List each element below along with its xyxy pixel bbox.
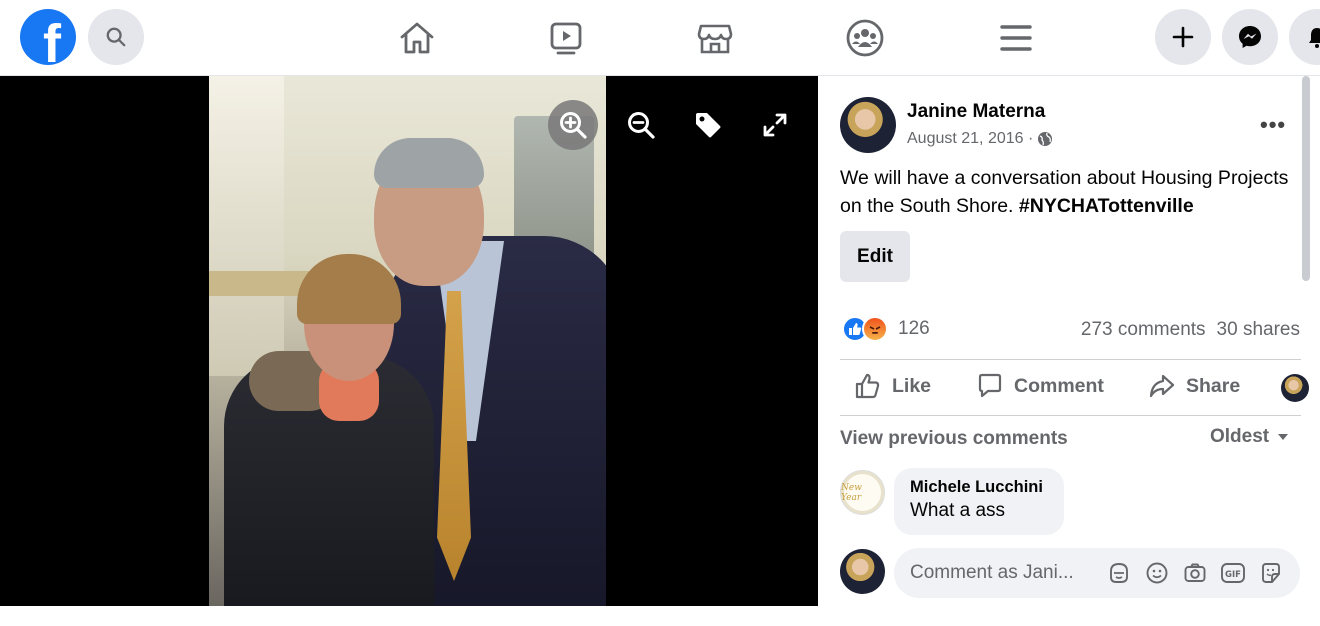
nav-home[interactable] xyxy=(393,14,441,62)
sticker-icon xyxy=(1262,563,1280,583)
commenter-avatar[interactable]: New Year xyxy=(840,470,885,515)
edit-button[interactable]: Edit xyxy=(840,231,910,282)
divider-bottom xyxy=(840,415,1301,416)
camera-icon xyxy=(1184,563,1206,582)
search-icon xyxy=(106,27,126,47)
emoji-button[interactable] xyxy=(1144,560,1170,586)
share-button[interactable]: Share xyxy=(1148,372,1240,400)
menu-icon xyxy=(1000,25,1032,51)
zoom-out-button[interactable] xyxy=(616,100,666,150)
share-label: Share xyxy=(1186,374,1241,397)
post-meta: August 21, 2016 · xyxy=(907,130,1053,148)
comment-icon xyxy=(978,373,1002,398)
commenter-avatar-text: New Year xyxy=(841,482,862,503)
fullscreen-button[interactable] xyxy=(750,100,800,150)
notifications-icon xyxy=(1309,28,1320,48)
like-button[interactable]: Like xyxy=(854,372,931,400)
comments-count[interactable]: 273 comments xyxy=(1081,319,1206,341)
comment-sort-label: Oldest xyxy=(1210,426,1270,447)
more-options-button[interactable]: ••• xyxy=(1260,112,1286,138)
commenter-name[interactable]: Michele Lucchini xyxy=(910,478,1048,497)
like-label: Like xyxy=(892,374,932,397)
gif-button[interactable]: GIF xyxy=(1220,560,1246,586)
comment-label: Comment xyxy=(1014,374,1104,397)
viewer-bottom-gap xyxy=(0,606,818,626)
reaction-count: 126 xyxy=(898,318,930,339)
thumbs-up-icon xyxy=(855,373,880,399)
photo-viewer xyxy=(0,76,818,606)
nav-groups[interactable] xyxy=(841,14,889,62)
nav-watch[interactable] xyxy=(542,14,590,62)
facebook-logo[interactable]: f xyxy=(20,9,76,65)
watch-icon xyxy=(550,22,582,55)
nav-menu[interactable] xyxy=(992,14,1040,62)
zoom-in-button[interactable] xyxy=(548,100,598,150)
angry-reaction-icon xyxy=(862,316,888,342)
photo-background xyxy=(209,76,284,376)
notifications-button[interactable] xyxy=(1289,9,1320,65)
fullscreen-icon xyxy=(763,113,787,137)
reaction-summary[interactable]: 126 xyxy=(842,316,930,342)
share-as-avatar[interactable] xyxy=(1281,374,1309,402)
zoom-out-icon xyxy=(628,112,655,139)
home-icon xyxy=(400,22,434,54)
avatar-sticker-icon xyxy=(1110,563,1128,583)
nav-marketplace[interactable] xyxy=(691,14,739,62)
post-date[interactable]: August 21, 2016 · xyxy=(907,130,1033,148)
groups-icon xyxy=(846,19,884,57)
emoji-icon xyxy=(1146,562,1168,584)
current-user-avatar[interactable] xyxy=(840,549,885,594)
comment-sort-dropdown[interactable]: Oldest xyxy=(1210,426,1289,448)
create-button[interactable] xyxy=(1155,9,1211,65)
comment-bubble: Michele Lucchini What a ass xyxy=(894,468,1064,535)
post-hashtag[interactable]: #NYCHATottenville xyxy=(1019,195,1194,217)
comment-input[interactable] xyxy=(910,548,1090,598)
tag-photo-button[interactable] xyxy=(683,100,733,150)
comment-text: What a ass xyxy=(910,500,1006,521)
author-name[interactable]: Janine Materna xyxy=(907,101,1045,123)
photo-button[interactable] xyxy=(1182,560,1208,586)
messenger-button[interactable] xyxy=(1222,9,1278,65)
panel-scrollbar[interactable] xyxy=(1302,76,1310,281)
search-button[interactable] xyxy=(88,9,144,65)
marketplace-icon xyxy=(697,24,733,54)
comment-composer: GIF xyxy=(894,548,1300,598)
engagement-counts: 273 comments 30 shares xyxy=(1081,319,1300,341)
post-details-panel: Janine Materna August 21, 2016 · ••• We … xyxy=(818,76,1320,626)
view-previous-comments[interactable]: View previous comments xyxy=(840,428,1068,450)
avatar-sticker-button[interactable] xyxy=(1106,560,1132,586)
share-icon xyxy=(1149,374,1175,398)
create-icon xyxy=(1172,26,1194,48)
svg-text:GIF: GIF xyxy=(1225,570,1241,580)
post-photo[interactable] xyxy=(209,76,606,606)
gif-icon: GIF xyxy=(1221,563,1245,583)
post-text: We will have a conversation about Housin… xyxy=(840,164,1300,220)
divider-top xyxy=(840,359,1301,360)
messenger-icon xyxy=(1239,26,1261,48)
caret-down-icon xyxy=(1278,434,1289,440)
shares-count[interactable]: 30 shares xyxy=(1217,319,1300,341)
top-navigation-bar: f xyxy=(0,0,1320,76)
author-avatar[interactable] xyxy=(840,97,896,153)
photo-man-hair xyxy=(374,138,484,188)
globe-icon xyxy=(1038,132,1053,146)
tag-icon xyxy=(696,113,721,138)
zoom-in-icon xyxy=(560,112,587,139)
comment-button[interactable]: Comment xyxy=(976,372,1104,400)
sticker-button[interactable] xyxy=(1258,560,1284,586)
